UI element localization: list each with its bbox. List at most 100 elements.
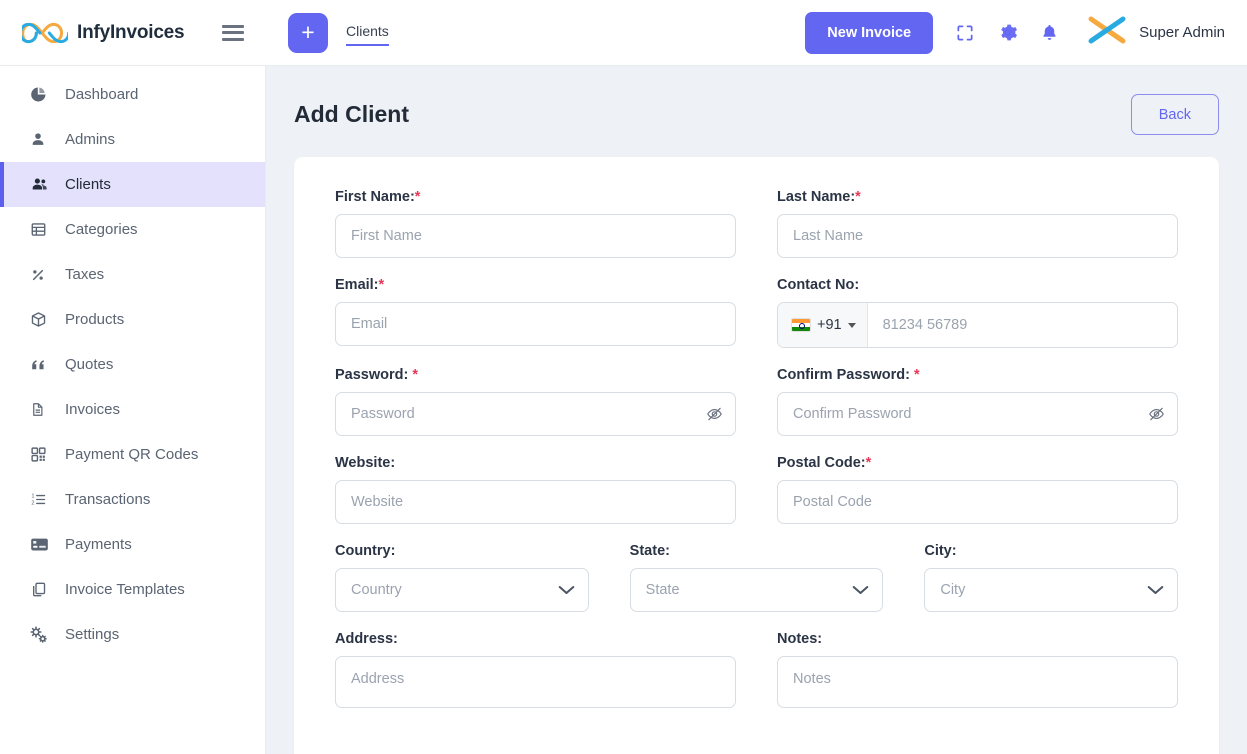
fullscreen-expand-icon[interactable] [955, 23, 975, 43]
user-icon [30, 131, 52, 149]
address-label: Address: [335, 631, 398, 647]
state-select[interactable]: State [629, 568, 884, 612]
confirm-password-input[interactable] [777, 392, 1178, 436]
qr-code-icon [30, 446, 52, 464]
ordered-list-icon: 1 2 [30, 491, 52, 509]
add-client-form-card: First Name:* Last Name:* [294, 157, 1219, 754]
form-row-passwords: Password: * Password Confirm Password: *… [335, 367, 1178, 455]
sidebar-item-transactions[interactable]: 1 2 Transactions [0, 477, 265, 522]
form-row-address-notes: Address: Notes: [335, 631, 1178, 732]
eye-slash-icon[interactable] [1148, 406, 1165, 423]
field-website: Website: [335, 455, 736, 524]
last-name-input[interactable] [777, 214, 1178, 258]
sidebar-item-label: Admins [65, 131, 116, 148]
top-bar-main: + Clients New Invoice Super Admin [266, 0, 1247, 65]
sidebar-item-invoices[interactable]: Invoices [0, 387, 265, 432]
password-input[interactable] [335, 392, 736, 436]
tab-clients[interactable]: Clients [346, 23, 389, 46]
back-button[interactable]: Back [1130, 94, 1219, 135]
field-city: City: City [924, 543, 1179, 612]
sidebar-item-label: Quotes [65, 356, 114, 373]
field-contact-no: Contact No: +91 [777, 277, 1178, 348]
india-flag-icon [791, 318, 811, 332]
sidebar-item-settings[interactable]: Settings [0, 612, 265, 657]
city-select-wrap: City [924, 568, 1179, 612]
user-menu[interactable]: Super Admin [1085, 14, 1225, 51]
sidebar-item-admins[interactable]: Admins [0, 117, 265, 162]
required-marker: * [865, 455, 872, 471]
required-marker: * [855, 189, 861, 205]
city-select[interactable]: City [924, 568, 1179, 612]
sidebar-item-label: Settings [65, 626, 120, 643]
page-title: Add Client [294, 101, 409, 127]
country-code-selector[interactable]: +91 [778, 303, 868, 347]
document-icon [30, 401, 52, 419]
percent-icon [30, 266, 52, 284]
sidebar-item-label: Dashboard [65, 86, 139, 103]
contact-no-input[interactable] [867, 303, 1177, 347]
first-name-label: First Name:* [335, 189, 421, 205]
email-input[interactable] [335, 302, 736, 346]
sidebar-item-label: Products [65, 311, 125, 328]
sidebar-item-clients[interactable]: Clients [0, 162, 265, 207]
sidebar-item-label: Invoice Templates [65, 581, 185, 598]
svg-text:2: 2 [31, 500, 34, 506]
phone-input-group: +91 [777, 302, 1178, 348]
sidebar-item-payment-qr-codes[interactable]: Payment QR Codes [0, 432, 265, 477]
postal-code-input[interactable] [777, 480, 1178, 524]
required-marker: * [412, 367, 419, 383]
sidebar-item-label: Invoices [65, 401, 121, 418]
password-label: Password: * [335, 367, 419, 383]
field-password: Password: * [335, 367, 736, 436]
country-code-value: +91 [817, 317, 842, 333]
first-name-input[interactable] [335, 214, 736, 258]
hamburger-menu-icon[interactable] [222, 24, 244, 41]
field-country: Country: Country [335, 543, 589, 612]
bell-icon[interactable] [1040, 22, 1059, 43]
top-bar: InfyInvoices + Clients New Invoice Super… [0, 0, 1247, 66]
state-label: State: [629, 543, 670, 559]
form-row-website-postal: Website: Postal Code:* [335, 455, 1178, 543]
new-invoice-button[interactable]: New Invoice [805, 11, 934, 54]
sidebar-item-dashboard[interactable]: Dashboard [0, 72, 265, 117]
sidebar-item-label: Payment QR Codes [65, 446, 199, 463]
state-select-wrap: State [629, 568, 884, 612]
sidebar-item-quotes[interactable]: Quotes [0, 342, 265, 387]
eye-slash-icon[interactable] [706, 406, 723, 423]
sidebar-item-payments[interactable]: Payments [0, 522, 265, 567]
gear-icon[interactable] [997, 22, 1018, 43]
notes-label: Notes: [777, 631, 823, 647]
users-group-icon [30, 176, 52, 194]
add-new-button[interactable]: + [288, 12, 328, 53]
required-marker: * [913, 367, 920, 383]
svg-text:1: 1 [31, 493, 34, 499]
sidebar-item-products[interactable]: Products [0, 297, 265, 342]
required-marker: * [378, 277, 385, 293]
sidebar-item-taxes[interactable]: Taxes [0, 252, 265, 297]
form-row-names: First Name:* Last Name:* [335, 189, 1178, 277]
form-row-location: Country: Country State: State City: City [335, 543, 1179, 631]
infinity-logo-icon [19, 18, 71, 48]
confirm-password-input-wrap [777, 392, 1178, 436]
sidebar-item-label: Transactions [65, 491, 151, 508]
address-textarea[interactable] [335, 656, 736, 708]
sidebar-item-categories[interactable]: Categories [0, 207, 265, 252]
last-name-label: Last Name:* [777, 189, 861, 205]
country-label: Country: [335, 543, 396, 559]
main-content: Add Client Back First Name:* Last Name:* [266, 66, 1247, 754]
sidebar-item-label: Payments [65, 536, 132, 553]
field-email: Email:* [335, 277, 736, 348]
password-input-wrap [335, 392, 736, 436]
country-select[interactable]: Country [335, 568, 589, 612]
field-last-name: Last Name:* [777, 189, 1178, 258]
notes-textarea[interactable] [777, 656, 1178, 708]
sidebar-item-label: Categories [65, 221, 138, 238]
website-input[interactable] [335, 480, 736, 524]
field-first-name: First Name:* [335, 189, 736, 258]
sidebar-item-invoice-templates[interactable]: Invoice Templates [0, 567, 265, 612]
app-root: InfyInvoices + Clients New Invoice Super… [0, 0, 1247, 754]
content-header: Add Client Back [266, 66, 1247, 135]
brand-zone: InfyInvoices [0, 0, 266, 65]
table-list-icon [30, 221, 52, 239]
sidebar-item-label: Taxes [65, 266, 105, 283]
